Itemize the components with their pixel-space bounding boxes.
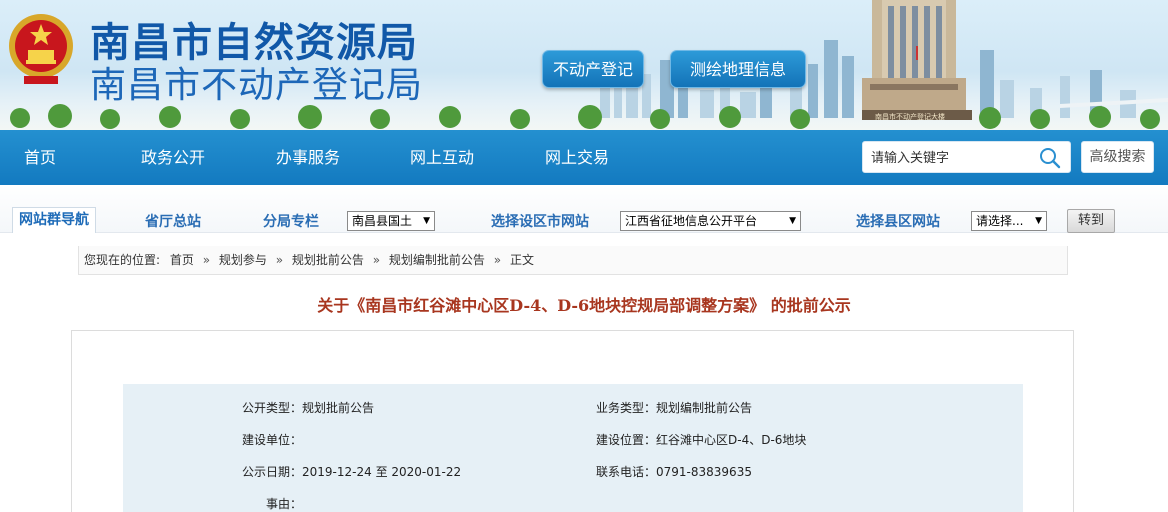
public-type-label: 公开类型：	[242, 401, 303, 415]
main-building	[862, 0, 966, 112]
breadcrumb-separator: »	[372, 253, 381, 267]
info-panel: 公开类型：规划批前公告 业务类型：规划编制批前公告 建设单位： 建设位置：红谷滩…	[123, 384, 1023, 512]
district-site-label: 选择设区市网站	[491, 214, 589, 230]
notice-date-value: 2019-12-24 至 2020-01-22	[302, 465, 462, 479]
notice-date-label: 公示日期：	[242, 465, 303, 479]
branch-column-link[interactable]: 分局专栏	[263, 211, 319, 231]
chevron-down-icon: ▼	[789, 216, 796, 226]
business-type-value: 规划编制批前公告	[656, 401, 753, 415]
breadcrumb: 您现在的位置: 首页 » 规划参与 » 规划批前公告 » 规划编制批前公告 » …	[78, 246, 1068, 275]
breadcrumb-current: 正文	[509, 253, 534, 267]
search-icon[interactable]	[1038, 146, 1062, 170]
search-input[interactable]	[871, 147, 1031, 169]
site-group-navigation: 网站群导航 省厅总站 分局专栏 南昌县国土 ▼ 选择设区市网站 江西省征地信息公…	[0, 185, 1168, 233]
article-title: 关于《南昌市红谷滩中心区D-4、D-6地块控规局部调整方案》 的批前公示	[317, 296, 851, 315]
construction-location-value: 红谷滩中心区D-4、D-6地块	[656, 433, 807, 447]
public-type-value: 规划批前公告	[302, 401, 375, 415]
nav-government-affairs[interactable]: 政务公开	[141, 130, 205, 185]
chevron-down-icon: ▼	[1035, 216, 1042, 226]
site-banner: 南昌市不动产登记大楼 南昌市自然资源局 南昌市不动产登记局 不动产登记 测绘地理…	[0, 0, 1168, 130]
business-type-field: 业务类型：规划编制批前公告	[596, 399, 752, 416]
breadcrumb-separator: »	[493, 253, 502, 267]
nav-services[interactable]: 办事服务	[276, 130, 340, 185]
chevron-down-icon: ▼	[423, 216, 430, 226]
surveying-geoinfo-button[interactable]: 测绘地理信息	[670, 50, 806, 88]
reason-label: 事由：	[266, 497, 303, 511]
contact-phone-value: 0791-83839635	[656, 465, 752, 479]
district-site-select[interactable]: 江西省征地信息公开平台 ▼	[620, 211, 801, 231]
contact-phone-field: 联系电话：0791-83839635	[596, 463, 752, 480]
breadcrumb-pre-approval-notice[interactable]: 规划批前公告	[292, 246, 364, 275]
branch-select-value: 南昌县国土	[352, 214, 413, 228]
provincial-site-link[interactable]: 省厅总站	[145, 211, 201, 231]
county-site-select[interactable]: 请选择... ▼	[971, 211, 1047, 231]
reason-field: 事由：	[266, 495, 302, 512]
county-select-value: 请选择...	[976, 214, 1024, 228]
search-box	[862, 141, 1071, 173]
site-title-secondary: 南昌市不动产登记局	[90, 65, 424, 106]
construction-unit-label: 建设单位：	[242, 433, 303, 447]
construction-location-label: 建设位置：	[596, 433, 657, 447]
breadcrumb-compilation-notice[interactable]: 规划编制批前公告	[389, 246, 485, 275]
breadcrumb-home[interactable]: 首页	[170, 246, 194, 275]
branch-select[interactable]: 南昌县国土 ▼	[347, 211, 435, 231]
district-select-value: 江西省征地信息公开平台	[625, 214, 758, 228]
building-sign: 南昌市不动产登记大楼	[875, 112, 945, 121]
advanced-search-button[interactable]: 高级搜索	[1081, 141, 1154, 173]
go-button[interactable]: 转到	[1067, 209, 1115, 233]
breadcrumb-prefix: 您现在的位置:	[84, 253, 161, 267]
nav-interaction[interactable]: 网上互动	[410, 130, 474, 185]
contact-phone-label: 联系电话：	[596, 465, 657, 479]
breadcrumb-planning-participation[interactable]: 规划参与	[219, 246, 267, 275]
business-type-label: 业务类型：	[596, 401, 657, 415]
main-navigation: 首页 政务公开 办事服务 网上互动 网上交易 高级搜索	[0, 130, 1168, 185]
nav-online-trading[interactable]: 网上交易	[545, 130, 609, 185]
national-emblem-icon	[9, 14, 73, 84]
notice-date-field: 公示日期：2019-12-24 至 2020-01-22	[242, 463, 461, 480]
nav-home[interactable]: 首页	[24, 130, 56, 185]
construction-location-field: 建设位置：红谷滩中心区D-4、D-6地块	[596, 431, 806, 448]
county-site-label: 选择县区网站	[856, 214, 940, 230]
breadcrumb-separator: »	[202, 253, 211, 267]
breadcrumb-separator: »	[275, 253, 284, 267]
construction-unit-field: 建设单位：	[242, 431, 302, 448]
public-type-field: 公开类型：规划批前公告	[242, 399, 374, 416]
tab-site-group-nav[interactable]: 网站群导航	[12, 207, 96, 233]
real-estate-registration-button[interactable]: 不动产登记	[542, 50, 644, 88]
